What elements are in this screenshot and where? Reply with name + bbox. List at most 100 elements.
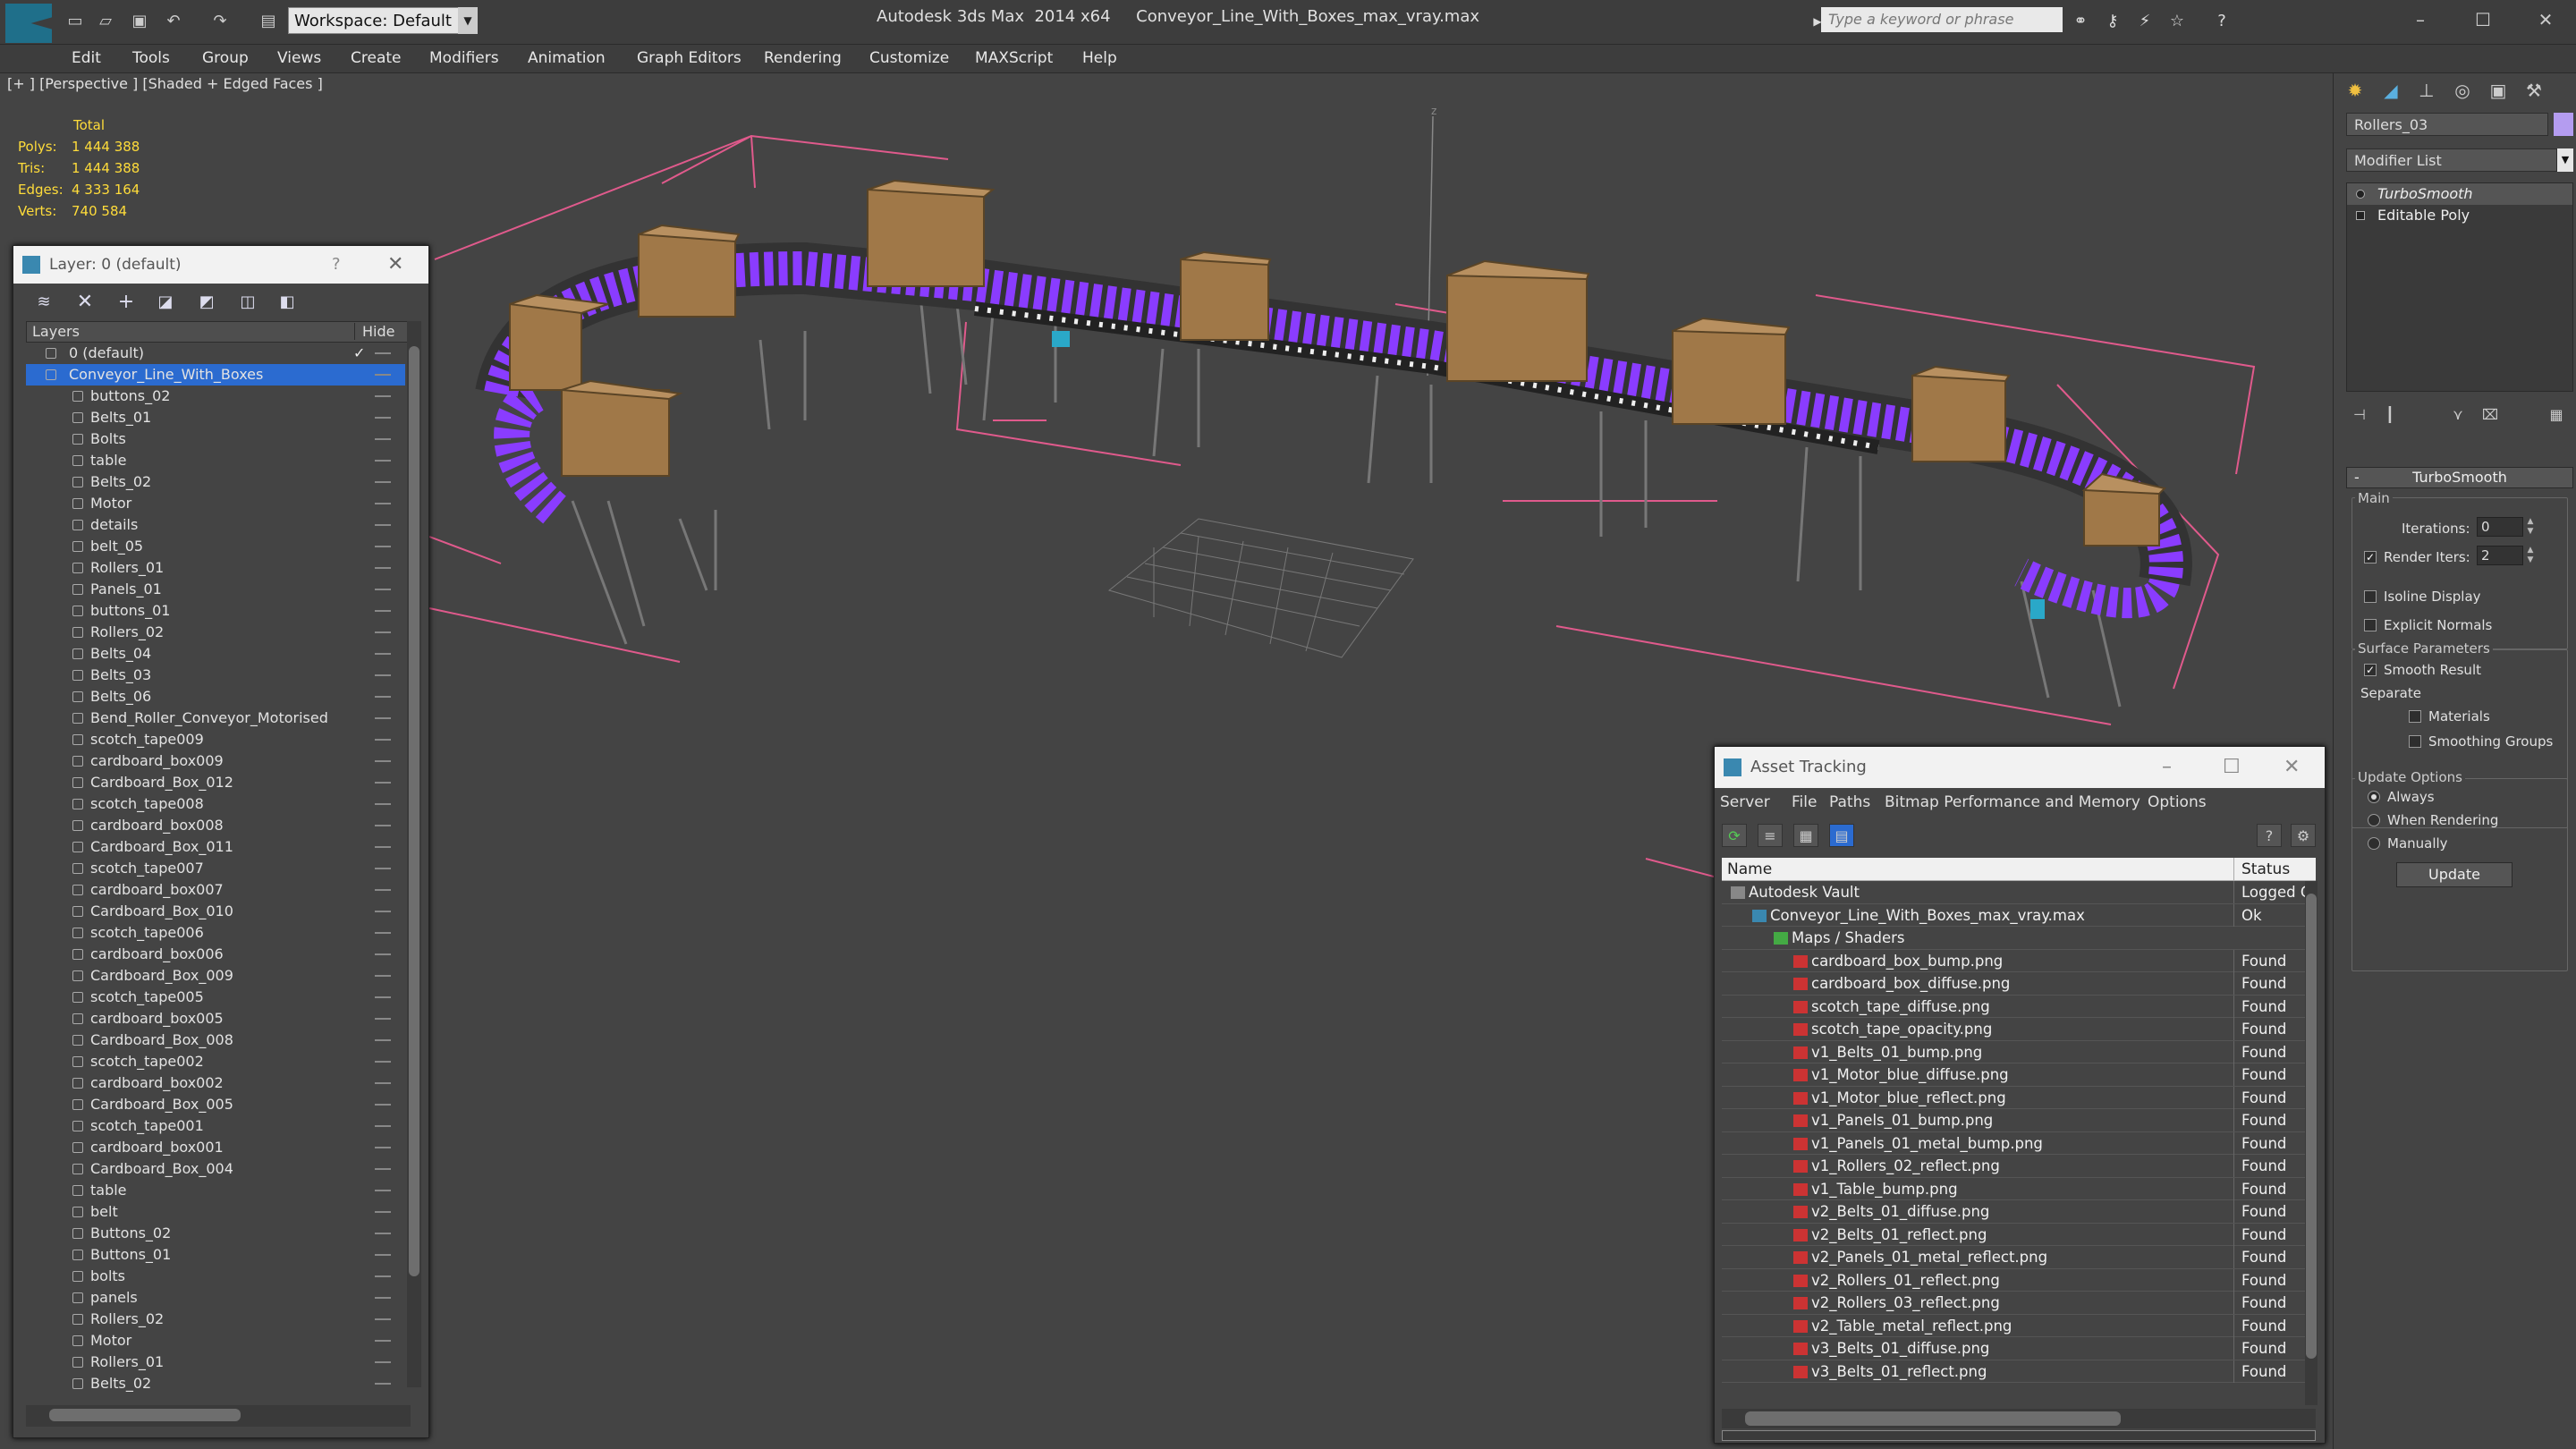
layer-row[interactable]: Panels_01	[26, 579, 405, 600]
layer-row[interactable]: Bend_Roller_Conveyor_Motorised	[26, 708, 405, 729]
asset-row[interactable]: v1_Rollers_02_reflect.png Found	[1722, 1155, 2305, 1178]
minimize-button[interactable]: –	[2394, 4, 2447, 36]
redo-icon[interactable]: ↷	[208, 9, 233, 34]
layer-scroll-thumb[interactable]	[409, 346, 419, 1276]
light-bulb-icon[interactable]	[2356, 190, 2365, 199]
asset-row[interactable]: v2_Belts_01_diffuse.png Found	[1722, 1200, 2305, 1224]
save-icon[interactable]: ▣	[127, 9, 152, 34]
layer-row[interactable]: cardboard_box009	[26, 750, 405, 772]
pin-stack-icon[interactable]: ⊣	[2346, 402, 2373, 428]
active-layer-check-icon[interactable]: ✓	[353, 343, 365, 364]
configure-sets-icon[interactable]: ▦	[2543, 402, 2570, 428]
hierarchy-tab-icon[interactable]: ⊥	[2409, 73, 2445, 107]
layer-row[interactable]: cardboard_box007	[26, 879, 405, 901]
layers-column-header[interactable]: Layers	[32, 323, 80, 340]
add-to-layer-icon[interactable]: +	[114, 291, 139, 314]
stack-item-editable-poly[interactable]: Editable Poly	[2347, 205, 2572, 226]
asset-row[interactable]: v3_Belts_01_reflect.png Found	[1722, 1360, 2305, 1383]
hide-toggle-icon[interactable]	[375, 1190, 391, 1191]
hide-toggle-icon[interactable]	[375, 1168, 391, 1170]
menu-maxscript[interactable]: MAXScript	[975, 49, 1053, 67]
render-iters-spinner[interactable]: 2	[2477, 546, 2523, 565]
help-icon[interactable]: ?	[2209, 9, 2234, 34]
layer-row[interactable]: Belts_03	[26, 665, 405, 686]
hide-toggle-icon[interactable]	[375, 374, 391, 376]
open-file-icon[interactable]: ▱	[93, 9, 118, 34]
hide-toggle-icon[interactable]	[375, 1233, 391, 1234]
create-tab-icon[interactable]: ✹	[2337, 73, 2373, 107]
modify-tab-icon[interactable]: ◢	[2373, 73, 2409, 107]
hide-toggle-icon[interactable]	[375, 1383, 391, 1385]
help-icon[interactable]: ?	[332, 246, 341, 284]
spinner-arrows-icon[interactable]: ▲ ▼	[2525, 546, 2536, 565]
hide-toggle-icon[interactable]	[375, 567, 391, 569]
layer-row[interactable]: Belts_02	[26, 471, 405, 493]
layer-row[interactable]: Cardboard_Box_011	[26, 836, 405, 858]
minimize-icon[interactable]: –	[2162, 747, 2172, 788]
menu-group[interactable]: Group	[202, 49, 249, 67]
always-radio[interactable]	[2368, 791, 2380, 803]
remove-modifier-icon[interactable]: ⌧	[2477, 402, 2504, 428]
hide-toggle-icon[interactable]	[375, 653, 391, 655]
display-tab-icon[interactable]: ▣	[2480, 73, 2516, 107]
layer-row[interactable]: Motor	[26, 1330, 405, 1352]
asset-horizontal-scroll-thumb[interactable]	[1745, 1411, 2121, 1426]
collapse-icon[interactable]: -	[2354, 468, 2360, 487]
show-end-result-icon[interactable]: ┃	[2377, 402, 2403, 428]
hide-toggle-icon[interactable]	[375, 1018, 391, 1020]
thumbnail-view-icon[interactable]: ▦	[1793, 824, 1818, 847]
list-view-icon[interactable]: ≡	[1758, 824, 1783, 847]
hide-toggle-icon[interactable]	[375, 1125, 391, 1127]
hide-toggle-icon[interactable]	[375, 953, 391, 955]
asset-row[interactable]: cardboard_box_diffuse.png Found	[1722, 972, 2305, 996]
layer-row[interactable]: cardboard_box002	[26, 1072, 405, 1094]
maximize-icon[interactable]: ☐	[2223, 747, 2241, 788]
smoothing-groups-checkbox[interactable]	[2409, 735, 2421, 748]
hide-toggle-icon[interactable]	[375, 932, 391, 934]
hide-toggle-icon[interactable]	[375, 1340, 391, 1342]
layer-row[interactable]: scotch_tape009	[26, 729, 405, 750]
hide-toggle-icon[interactable]	[375, 481, 391, 483]
layer-row[interactable]: Cardboard_Box_012	[26, 772, 405, 793]
name-column-header[interactable]: Name	[1727, 860, 1772, 878]
turbosmooth-rollout-header[interactable]: - TurboSmooth	[2346, 467, 2573, 488]
hide-toggle-icon[interactable]	[375, 1254, 391, 1256]
viewport-label[interactable]: [+ ] [Perspective ] [Shaded + Edged Face…	[7, 75, 323, 92]
layer-row[interactable]: Belts_06	[26, 686, 405, 708]
manually-radio[interactable]	[2368, 837, 2380, 850]
hide-toggle-icon[interactable]	[375, 417, 391, 419]
layer-row[interactable]: Rollers_01	[26, 1352, 405, 1373]
layer-row[interactable]: Conveyor_Line_With_Boxes	[26, 364, 405, 386]
status-column-header[interactable]: Status	[2233, 858, 2290, 881]
asset-row[interactable]: v1_Panels_01_bump.png Found	[1722, 1109, 2305, 1132]
asset-row[interactable]: v1_Belts_01_bump.png Found	[1722, 1040, 2305, 1063]
hide-toggle-icon[interactable]	[375, 1297, 391, 1299]
hide-toggle-icon[interactable]	[375, 1082, 391, 1084]
hide-toggle-icon[interactable]	[375, 803, 391, 805]
layer-row[interactable]: cardboard_box006	[26, 944, 405, 965]
object-name-field[interactable]: Rollers_03	[2346, 113, 2548, 136]
asset-row[interactable]: v1_Table_bump.png Found	[1722, 1177, 2305, 1200]
render-iters-checkbox[interactable]: ✓	[2364, 551, 2377, 564]
hide-column-header[interactable]: Hide	[354, 323, 394, 340]
hide-toggle-icon[interactable]	[375, 674, 391, 676]
layer-window-title[interactable]: Layer: 0 (default)	[13, 246, 428, 284]
object-color-swatch[interactable]	[2554, 113, 2573, 136]
search-input[interactable]: Type a keyword or phrase	[1821, 7, 2063, 32]
utilities-tab-icon[interactable]: ⚒	[2516, 73, 2552, 107]
hide-toggle-icon[interactable]	[375, 868, 391, 869]
hide-toggle-icon[interactable]	[375, 610, 391, 612]
new-file-icon[interactable]: ▭	[63, 9, 88, 34]
hide-toggle-icon[interactable]	[375, 825, 391, 826]
close-icon[interactable]: ✕	[2284, 747, 2300, 788]
hide-toggle-icon[interactable]	[375, 889, 391, 891]
hide-toggle-icon[interactable]	[375, 546, 391, 547]
layer-row[interactable]: Belts_02	[26, 1373, 405, 1394]
layer-row[interactable]: belt_05	[26, 536, 405, 557]
layer-row[interactable]: 0 (default) ✓	[26, 343, 405, 364]
layer-row[interactable]: buttons_01	[26, 600, 405, 622]
asset-menu-server[interactable]: Server	[1720, 793, 1770, 811]
hide-toggle-icon[interactable]	[375, 782, 391, 784]
materials-checkbox[interactable]	[2409, 710, 2421, 723]
layer-row[interactable]: cardboard_box008	[26, 815, 405, 836]
